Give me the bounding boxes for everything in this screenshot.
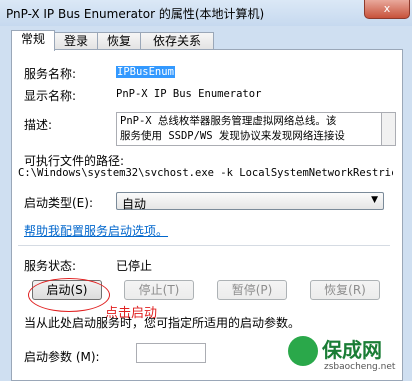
description-scrollbar[interactable] bbox=[382, 112, 396, 146]
service-name-label: 服务名称: bbox=[24, 67, 77, 81]
close-button[interactable]: x bbox=[364, 0, 410, 19]
description-line-2: 服务使用 SSDP/WS 发现协议来发现网络连接设 bbox=[120, 130, 345, 142]
chevron-down-icon: ▼ bbox=[371, 195, 378, 205]
display-name-label: 显示名称: bbox=[24, 89, 77, 103]
close-icon: x bbox=[383, 2, 391, 15]
tab-label: 恢复 bbox=[106, 34, 131, 48]
start-params-label: 启动参数 (M): bbox=[24, 350, 100, 364]
service-name-text: IPBusEnum bbox=[116, 66, 175, 78]
resume-button[interactable]: 恢复(R) bbox=[310, 280, 380, 300]
stop-button-label: 停止(T) bbox=[138, 283, 180, 297]
startup-type-select[interactable]: 自动 ▼ bbox=[116, 192, 384, 211]
startup-type-value: 自动 bbox=[122, 197, 147, 211]
pause-button[interactable]: 暂停(P) bbox=[217, 280, 287, 300]
description-line-1: PnP-X 总线枚举器服务管理虚拟网络总线。该 bbox=[120, 115, 337, 127]
tab-label: 依存关系 bbox=[152, 34, 201, 48]
window-title: PnP-X IP Bus Enumerator 的属性(本地计算机) bbox=[6, 7, 265, 21]
service-status-label: 服务状态: bbox=[24, 259, 77, 273]
service-status-value: 已停止 bbox=[116, 259, 153, 273]
watermark-title: 保成网 bbox=[322, 338, 382, 362]
description-label: 描述: bbox=[24, 118, 53, 132]
help-config-link[interactable]: 帮助我配置服务启动选项。 bbox=[24, 222, 168, 239]
tab-dependencies[interactable]: 依存关系 bbox=[140, 32, 214, 50]
title-bar: PnP-X IP Bus Enumerator 的属性(本地计算机) x bbox=[0, 0, 412, 26]
start-button[interactable]: 启动(S) bbox=[32, 280, 102, 300]
startup-type-label: 启动类型(E): bbox=[24, 196, 93, 210]
tab-label: 登录 bbox=[63, 34, 88, 48]
watermark: 保成网 zsbaocheng.net bbox=[288, 332, 408, 376]
tab-recovery[interactable]: 恢复 bbox=[97, 32, 141, 50]
stop-button[interactable]: 停止(T) bbox=[124, 280, 194, 300]
resume-button-label: 恢复(R) bbox=[324, 283, 366, 297]
start-params-hint: 当从此处启动服务时，您可指定所适用的启动参数。 bbox=[24, 316, 301, 330]
exe-path-value[interactable]: C:\Windows\system32\svchost.exe -k Local… bbox=[18, 167, 393, 182]
pause-button-label: 暂停(P) bbox=[231, 283, 273, 297]
watermark-logo-icon bbox=[288, 336, 318, 366]
tab-label: 常规 bbox=[20, 32, 45, 46]
start-button-label: 启动(S) bbox=[46, 283, 88, 297]
service-name-value[interactable]: IPBusEnum bbox=[116, 66, 175, 78]
tab-logon[interactable]: 登录 bbox=[54, 32, 98, 50]
divider bbox=[18, 245, 390, 246]
description-box[interactable]: PnP-X 总线枚举器服务管理虚拟网络总线。该 服务使用 SSDP/WS 发现协… bbox=[116, 112, 382, 146]
tab-general[interactable]: 常规 bbox=[11, 30, 55, 51]
display-name-value[interactable]: PnP-X IP Bus Enumerator bbox=[116, 88, 261, 100]
watermark-url: zsbaocheng.net bbox=[324, 362, 396, 372]
start-params-input[interactable] bbox=[136, 343, 206, 363]
